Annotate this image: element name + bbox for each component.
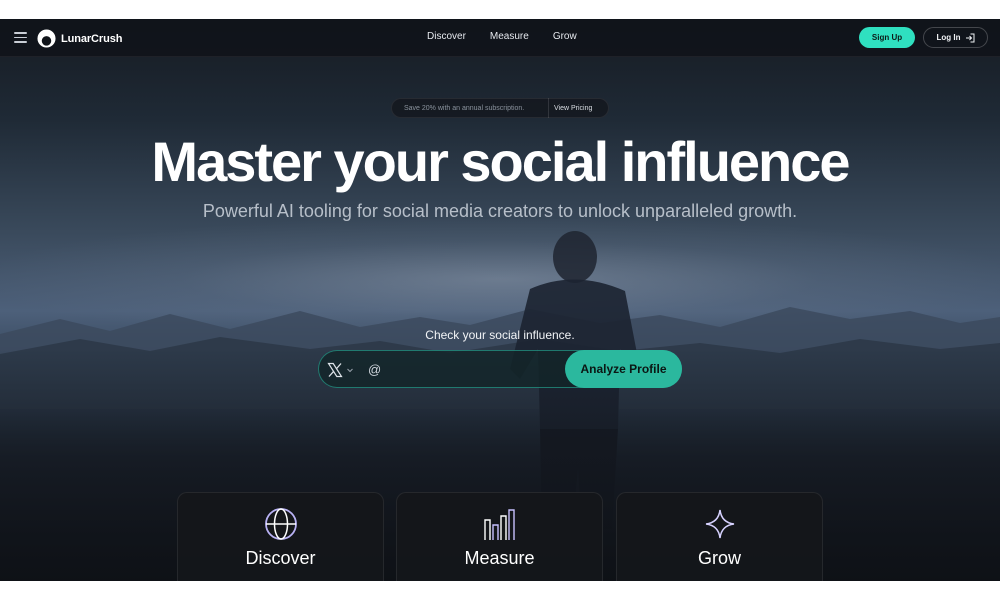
top-navbar: LunarCrush Discover Measure Grow Sign Up… — [0, 19, 1000, 57]
card-label-measure: Measure — [464, 548, 535, 568]
promo-text: Save 20% with an annual subscription. — [404, 104, 525, 112]
nav-link-measure[interactable]: Measure — [490, 31, 529, 42]
brand-name: LunarCrush — [61, 32, 123, 45]
view-pricing-link[interactable]: View Pricing — [549, 105, 592, 112]
card-label-discover: Discover — [245, 548, 316, 568]
promo-pill: Save 20% with an annual subscription. Vi… — [391, 98, 609, 118]
nav-link-discover[interactable]: Discover — [427, 31, 466, 42]
hero-headline: Master your social influence — [151, 130, 850, 193]
at-symbol: @ — [368, 362, 382, 377]
analyzer-label: Check your social influence. — [425, 328, 575, 342]
chevron-down-icon — [347, 368, 353, 373]
log-in-button[interactable]: Log In — [923, 27, 988, 48]
globe-icon — [264, 508, 297, 540]
brand-logo[interactable]: LunarCrush — [37, 29, 122, 48]
platform-selector[interactable] — [327, 362, 354, 378]
handle-input[interactable] — [385, 359, 555, 381]
card-discover[interactable]: Discover — [177, 492, 384, 581]
hamburger-menu-icon[interactable] — [14, 32, 27, 43]
x-logo-icon — [327, 362, 343, 378]
main-nav: Discover Measure Grow — [427, 31, 601, 42]
nav-link-grow[interactable]: Grow — [553, 31, 577, 42]
card-label-grow: Grow — [697, 548, 741, 568]
card-grow[interactable]: Grow — [616, 492, 823, 581]
lunarcrush-logo-icon — [37, 29, 56, 48]
hero-section: LunarCrush Discover Measure Grow Sign Up… — [0, 19, 1000, 581]
card-measure[interactable]: Measure — [396, 492, 603, 581]
analyze-profile-button[interactable]: Analyze Profile — [565, 350, 682, 388]
hero-subheadline: Powerful AI tooling for social media cre… — [202, 201, 798, 221]
sparkle-icon — [705, 509, 734, 539]
sign-up-button[interactable]: Sign Up — [859, 27, 915, 48]
log-in-icon — [965, 33, 974, 42]
log-in-label: Log In — [936, 33, 961, 42]
bar-chart-icon — [483, 509, 515, 540]
